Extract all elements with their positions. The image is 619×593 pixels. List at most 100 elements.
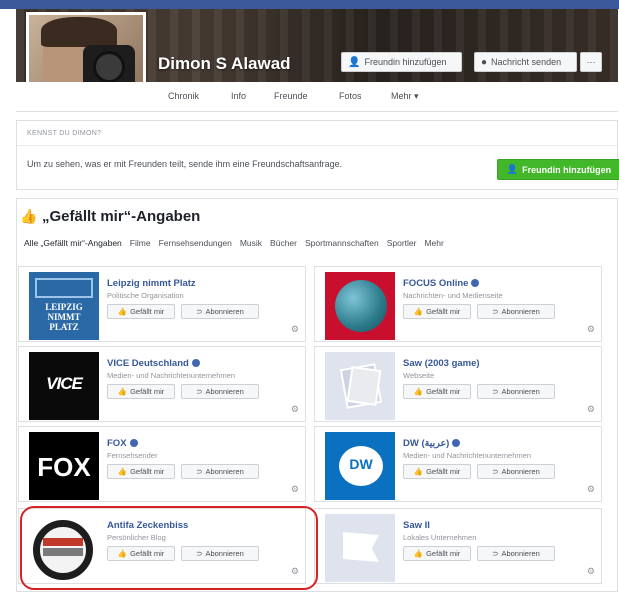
- add-friend-button[interactable]: 👤 Freundin hinzufügen: [341, 52, 462, 72]
- page-thumbnail[interactable]: [325, 352, 395, 420]
- profile-nav: Chronik Info Freunde Fotos Mehr ▾: [16, 82, 618, 112]
- thumbs-up-icon: 👍: [117, 467, 128, 476]
- page-name[interactable]: Leipzig nimmt Platz: [107, 278, 196, 289]
- subscribe-button[interactable]: ⊃ Abonnieren: [477, 546, 555, 561]
- rss-icon: ⊃: [196, 307, 203, 316]
- subscribe-button[interactable]: ⊃ Abonnieren: [181, 304, 259, 319]
- rss-icon: ⊃: [492, 467, 499, 476]
- verified-badge-icon: [129, 439, 138, 448]
- profile-name[interactable]: Dimon S Alawad: [158, 54, 291, 74]
- verified-badge-icon: [191, 359, 200, 368]
- page-category: Medien- und Nachrichtenunternehmen: [107, 371, 235, 380]
- page-thumbnail[interactable]: [325, 514, 395, 582]
- like-item[interactable]: Saw (2003 game) Webseite 👍 Gefällt mir ⊃ A…: [314, 346, 602, 422]
- gear-icon[interactable]: ⚙: [587, 566, 595, 577]
- thumbs-up-icon: 👍: [413, 307, 424, 316]
- send-message-button[interactable]: ● Nachricht senden: [474, 52, 577, 72]
- tab-info[interactable]: Info: [231, 91, 246, 101]
- tab-all-likes[interactable]: Alle „Gefällt mir“-Angaben: [24, 238, 122, 248]
- tab-music[interactable]: Musik: [240, 238, 262, 248]
- gear-icon[interactable]: ⚙: [291, 484, 299, 495]
- page-name[interactable]: FOCUS Online: [403, 278, 480, 289]
- rss-icon: ⊃: [196, 467, 203, 476]
- page-thumbnail[interactable]: VICE: [29, 352, 99, 420]
- add-friend-green-label: Freundin hinzufügen: [522, 164, 612, 175]
- gear-icon[interactable]: ⚙: [587, 324, 595, 335]
- page-category: Lokales Unternehmen: [403, 533, 477, 542]
- tab-tv-shows[interactable]: Fernsehsendungen: [159, 238, 232, 248]
- like-item[interactable]: FOX FOX Fernsehsender 👍 Gefällt mir ⊃ Abon…: [18, 426, 306, 502]
- thumbs-up-icon: 👍: [413, 387, 424, 396]
- rss-icon: ⊃: [492, 307, 499, 316]
- page-thumbnail[interactable]: [325, 272, 395, 340]
- gear-icon[interactable]: ⚙: [291, 404, 299, 415]
- tab-athletes[interactable]: Sportler: [387, 238, 417, 248]
- tab-books[interactable]: Bücher: [270, 238, 297, 248]
- tab-friends[interactable]: Freunde: [274, 91, 308, 101]
- likes-tabs: Alle „Gefällt mir“-Angaben Filme Fernseh…: [24, 238, 444, 248]
- like-button[interactable]: 👍 Gefällt mir: [403, 464, 471, 479]
- add-friend-icon: 👤: [348, 56, 361, 68]
- tab-timeline[interactable]: Chronik: [168, 91, 199, 101]
- subscribe-button[interactable]: ⊃ Abonnieren: [477, 464, 555, 479]
- verified-badge-icon: [471, 279, 480, 288]
- likes-header: 👍 „Gefällt mir“-Angaben: [20, 208, 200, 225]
- tab-movies[interactable]: Filme: [130, 238, 151, 248]
- page-name[interactable]: Saw (2003 game): [403, 358, 480, 369]
- like-item[interactable]: VICE VICE Deutschland Medien- und Nachri…: [18, 346, 306, 422]
- rss-icon: ⊃: [196, 387, 203, 396]
- add-friend-green-button[interactable]: 👤 Freundin hinzufügen: [497, 159, 619, 180]
- like-item[interactable]: FOCUS Online Nachrichten- und Medienseit…: [314, 266, 602, 342]
- page-name[interactable]: FOX: [107, 438, 138, 449]
- like-item[interactable]: LEIPZIG NIMMT PLATZ Leipzig nimmt Platz …: [18, 266, 306, 342]
- like-button[interactable]: 👍 Gefällt mir: [107, 304, 175, 319]
- messenger-icon: ●: [481, 56, 488, 68]
- thumbs-up-icon: 👍: [413, 467, 424, 476]
- like-item[interactable]: Saw II Lokales Unternehmen 👍 Gefällt mir …: [314, 508, 602, 584]
- know-person-card: KENNST DU DIMON? Um zu sehen, was er mit…: [16, 120, 619, 190]
- page-thumbnail[interactable]: LEIPZIG NIMMT PLATZ: [29, 272, 99, 340]
- add-friend-icon: 👤: [506, 164, 519, 174]
- tab-more[interactable]: Mehr ▾: [391, 91, 419, 102]
- gear-icon[interactable]: ⚙: [587, 484, 595, 495]
- subscribe-button[interactable]: ⊃ Abonnieren: [477, 304, 555, 319]
- page-thumbnail[interactable]: DW: [325, 432, 395, 500]
- more-options-button[interactable]: ···: [580, 52, 602, 72]
- page-name[interactable]: Saw II: [403, 520, 430, 531]
- subscribe-button[interactable]: ⊃ Abonnieren: [181, 384, 259, 399]
- page-name[interactable]: VICE Deutschland: [107, 358, 200, 369]
- divider: [17, 145, 617, 146]
- page-category: Politische Organisation: [107, 291, 184, 300]
- rss-icon: ⊃: [492, 549, 499, 558]
- send-message-label: Nachricht senden: [491, 57, 562, 67]
- like-button[interactable]: 👍 Gefällt mir: [403, 546, 471, 561]
- page-category: Fernsehsender: [107, 451, 158, 460]
- page-name[interactable]: DW (عربية): [403, 438, 461, 449]
- tab-more-likes[interactable]: Mehr: [424, 238, 443, 248]
- page-category: Webseite: [403, 371, 435, 380]
- red-highlight-outline: [20, 506, 318, 590]
- more-options-label: ···: [586, 57, 596, 67]
- thumbs-up-icon: 👍: [117, 387, 128, 396]
- tab-sports-teams[interactable]: Sportmannschaften: [305, 238, 379, 248]
- thumbs-up-icon: 👍: [413, 549, 424, 558]
- likes-title: „Gefällt mir“-Angaben: [42, 208, 201, 225]
- top-bar: [0, 0, 619, 9]
- like-button[interactable]: 👍 Gefällt mir: [107, 384, 175, 399]
- thumbs-up-icon: 👍: [20, 208, 38, 224]
- gear-icon[interactable]: ⚙: [291, 324, 299, 335]
- gear-icon[interactable]: ⚙: [587, 404, 595, 415]
- add-friend-label: Freundin hinzufügen: [364, 57, 447, 67]
- like-item[interactable]: DW DW (عربية) Medien- und Nachrichtenunt…: [314, 426, 602, 502]
- page-thumbnail[interactable]: FOX: [29, 432, 99, 500]
- like-button[interactable]: 👍 Gefällt mir: [403, 304, 471, 319]
- like-button[interactable]: 👍 Gefällt mir: [403, 384, 471, 399]
- page-category: Nachrichten- und Medienseite: [403, 291, 503, 300]
- thumbs-up-icon: 👍: [117, 307, 128, 316]
- subscribe-button[interactable]: ⊃ Abonnieren: [181, 464, 259, 479]
- tab-photos[interactable]: Fotos: [339, 91, 362, 101]
- like-button[interactable]: 👍 Gefällt mir: [107, 464, 175, 479]
- subscribe-button[interactable]: ⊃ Abonnieren: [477, 384, 555, 399]
- page-category: Medien- und Nachrichtenunternehmen: [403, 451, 531, 460]
- know-title: KENNST DU DIMON?: [27, 130, 102, 137]
